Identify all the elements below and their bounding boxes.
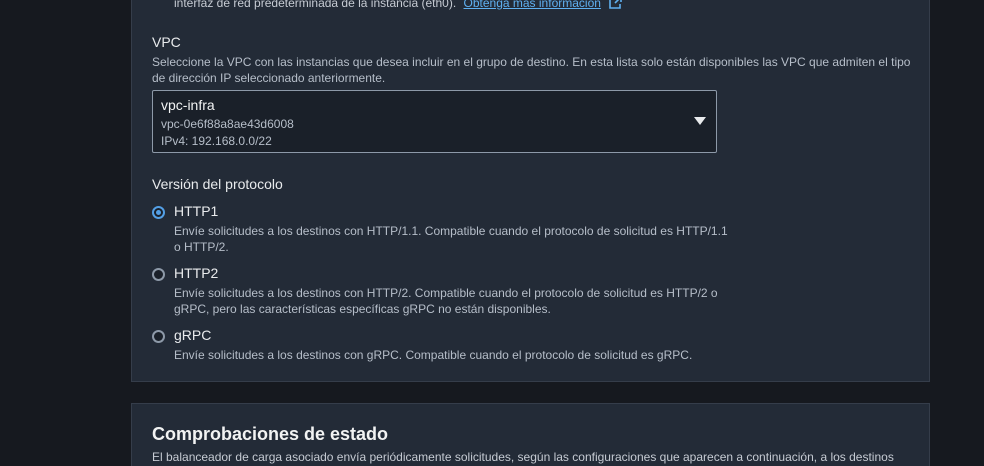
- radio-grpc[interactable]: [152, 330, 165, 343]
- caret-down-icon: [694, 117, 706, 125]
- radio-http1-description: Envíe solicitudes a los destinos con HTT…: [174, 224, 728, 254]
- vpc-name: vpc-infra: [161, 97, 215, 113]
- radio-grpc-description: Envíe solicitudes a los destinos con gRP…: [174, 348, 693, 362]
- ip-note: interfaz de red predeterminada de la ins…: [174, 0, 623, 11]
- vpc-description: Seleccione la VPC con las instancias que…: [152, 55, 911, 85]
- protocol-version-label: Versión del protocolo: [152, 176, 283, 192]
- vpc-cidr: IPv4: 192.168.0.0/22: [161, 134, 272, 148]
- vpc-label: VPC: [152, 34, 181, 50]
- learn-more-link[interactable]: Obtenga más información: [464, 0, 601, 10]
- target-group-settings-panel: interfaz de red predeterminada de la ins…: [131, 0, 930, 382]
- radio-http2-title: HTTP2: [174, 265, 219, 281]
- health-checks-description: El balanceador de carga asociado envía p…: [152, 450, 894, 464]
- radio-http2-description: Envíe solicitudes a los destinos con HTT…: [174, 286, 718, 316]
- vpc-id: vpc-0e6f88a8ae43d6008: [161, 117, 294, 131]
- radio-http1[interactable]: [152, 206, 165, 219]
- radio-http1-title: HTTP1: [174, 203, 219, 219]
- page: interfaz de red predeterminada de la ins…: [0, 0, 984, 466]
- external-link-icon[interactable]: [608, 0, 623, 10]
- radio-grpc-title: gRPC: [174, 327, 212, 343]
- ip-note-text: interfaz de red predeterminada de la ins…: [174, 0, 457, 10]
- vpc-select[interactable]: vpc-infra vpc-0e6f88a8ae43d6008 IPv4: 19…: [152, 90, 717, 153]
- health-checks-panel: Comprobaciones de estado El balanceador …: [131, 403, 930, 466]
- health-checks-title: Comprobaciones de estado: [152, 424, 389, 444]
- radio-http2[interactable]: [152, 268, 165, 281]
